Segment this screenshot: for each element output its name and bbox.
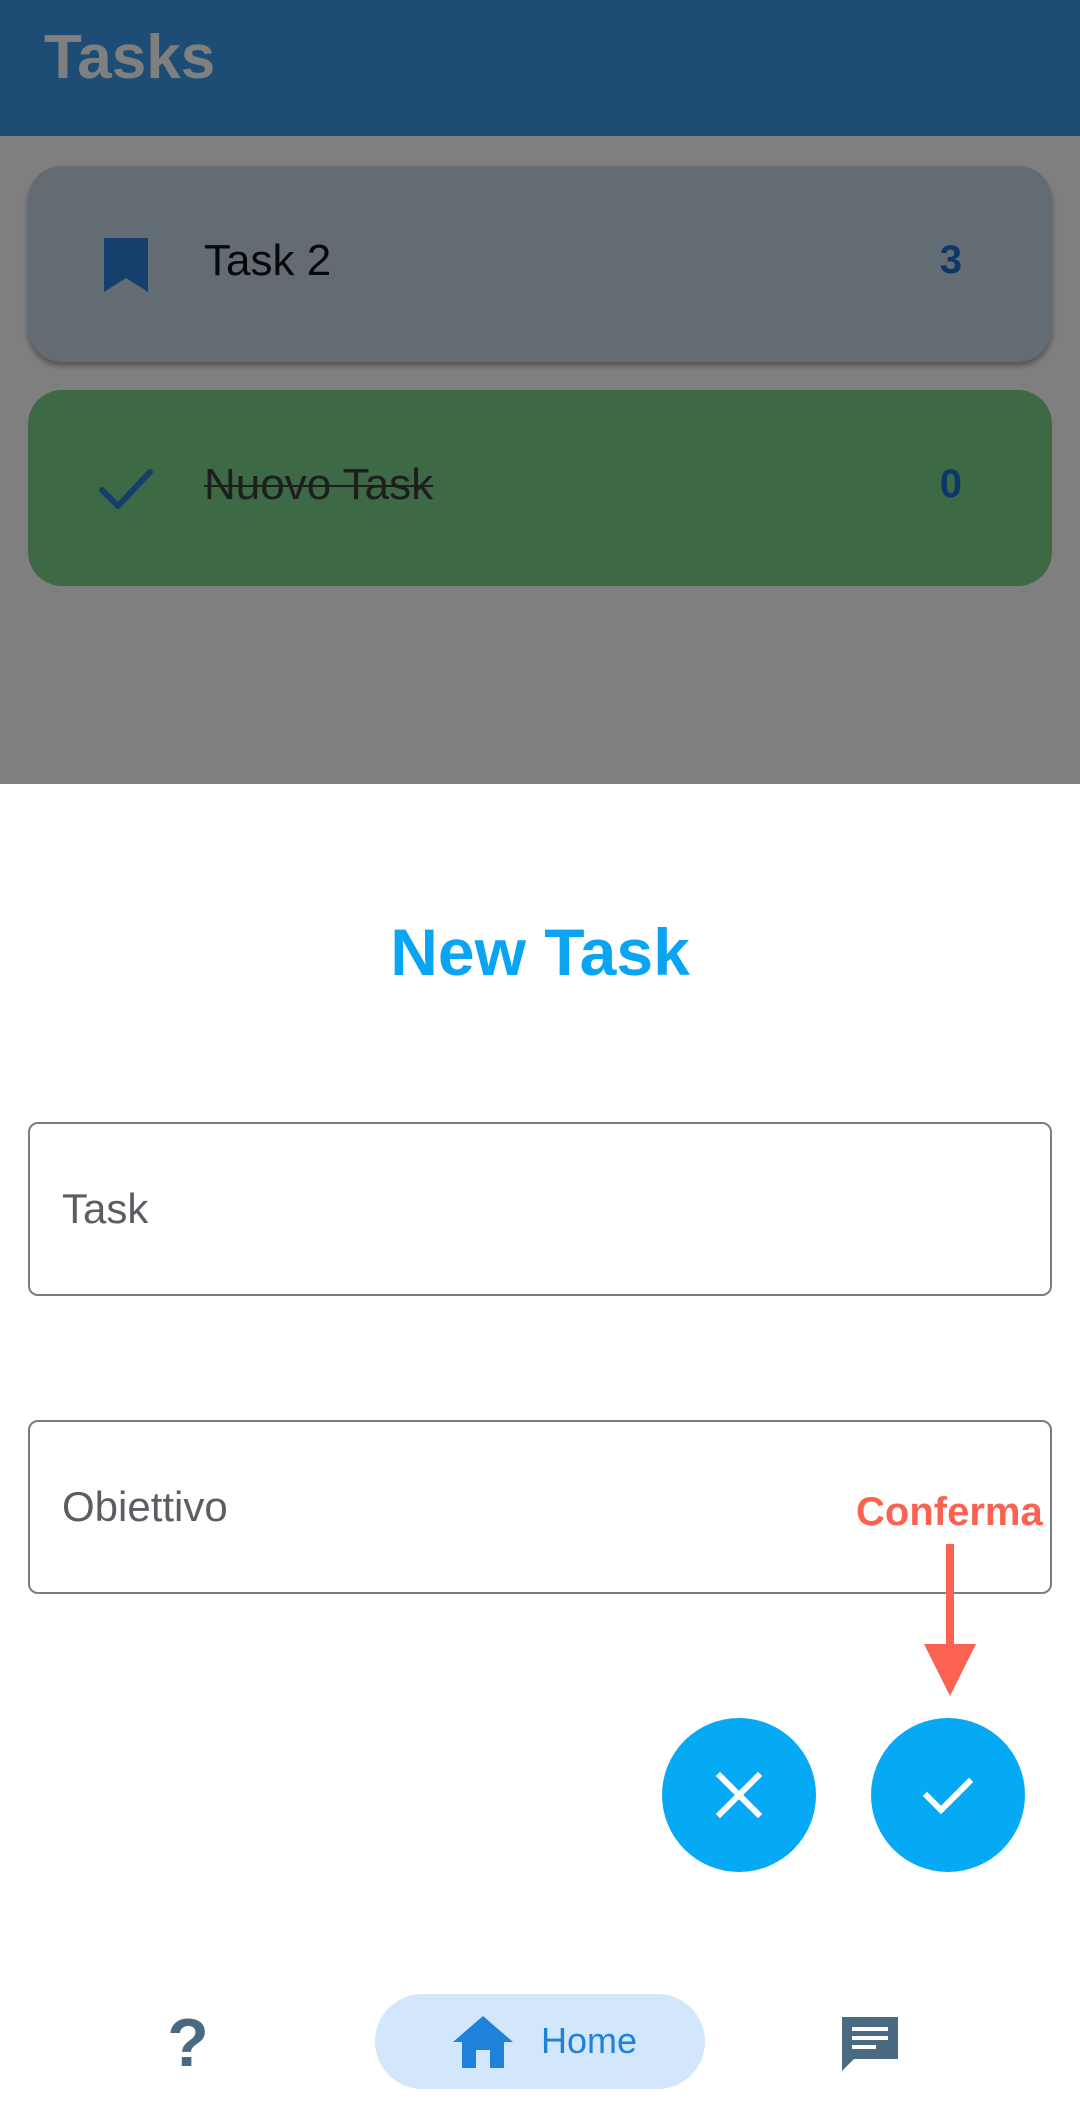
chat-icon[interactable]	[838, 2013, 902, 2075]
annotation-label: Conferma	[856, 1490, 1043, 1534]
confirm-button[interactable]	[871, 1718, 1025, 1872]
task-field[interactable]	[28, 1122, 1052, 1296]
task-input[interactable]	[30, 1124, 1050, 1294]
nav-item-home[interactable]: Home	[375, 1994, 705, 2089]
bottom-navigation: ? Home	[0, 1981, 1080, 2115]
nav-item-home-label: Home	[541, 2020, 638, 2061]
close-icon	[715, 1771, 763, 1819]
arrow-down-icon	[924, 1544, 976, 1696]
sheet-title: New Task	[390, 915, 690, 989]
modal-scrim[interactable]	[0, 0, 1080, 784]
new-task-sheet: New Task Conferma	[0, 784, 1080, 1981]
cancel-button[interactable]	[662, 1718, 816, 1872]
check-icon	[922, 1777, 974, 1815]
help-icon[interactable]: ?	[160, 2009, 216, 2077]
home-icon	[453, 2016, 513, 2068]
